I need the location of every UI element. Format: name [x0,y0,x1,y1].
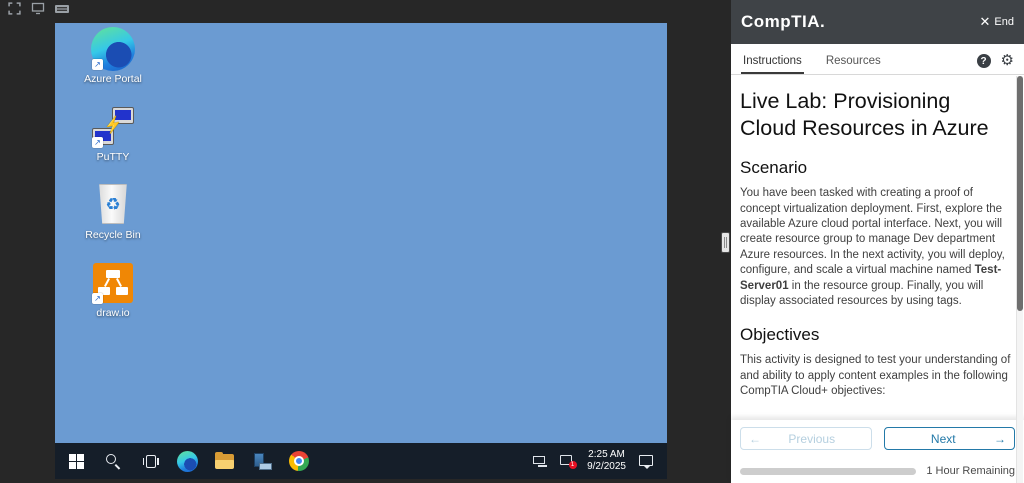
scenario-text: You have been tasked with creating a pro… [740,186,1011,309]
edge-icon [177,451,198,472]
end-lab-button[interactable]: ✕ End [980,14,1014,30]
server-manager-button[interactable] [243,443,280,479]
shortcut-arrow-icon: ↗ [92,59,103,70]
windows-desktop: ↗ Azure Portal ⚡ ↗ PuTTY ♻ [55,23,667,443]
putty-icon: ⚡ ↗ [91,105,135,149]
lab-instructions-panel: CompTIA. ✕ End Instructions Resources ? … [731,0,1024,483]
panel-resize-handle[interactable] [721,232,730,253]
help-icon[interactable]: ? [977,54,991,68]
time-progress-bar [740,468,916,475]
desktop-icon-label: Recycle Bin [85,229,140,241]
next-button[interactable]: Next → [884,427,1016,450]
panel-tabs: Instructions Resources ? ⚙ [731,44,1024,75]
network-tray-icon[interactable] [529,443,551,479]
server-manager-icon [252,453,272,470]
panel-header: CompTIA. ✕ End [731,0,1024,44]
lab-title: Live Lab: Provisioning Cloud Resources i… [740,88,1011,142]
action-center-icon [639,455,654,468]
desktop-icon-putty[interactable]: ⚡ ↗ PuTTY [69,105,157,183]
recycle-symbol: ♻ [105,195,120,215]
objectives-text: This activity is designed to test your u… [740,353,1011,399]
start-button[interactable] [58,443,95,479]
desktop-icon-label: PuTTY [97,151,130,163]
lightning-icon: ⚡ [102,114,124,135]
edge-taskbar-button[interactable] [169,443,206,479]
panel-scrollbar [1016,76,1023,483]
notification-tray-icon[interactable]: 1 [556,443,578,479]
search-icon [106,454,121,469]
search-button[interactable] [95,443,132,479]
file-explorer-button[interactable] [206,443,243,479]
fullscreen-icon[interactable] [6,2,22,15]
action-center-button[interactable] [635,443,657,479]
time-remaining: 1 Hour Remaining [926,465,1015,477]
desktop-icon-recycle-bin[interactable]: ♻ Recycle Bin [69,183,157,261]
gear-icon[interactable]: ⚙ [1001,54,1014,68]
desktop-icon-drawio[interactable]: ↗ draw.io [69,261,157,339]
shortcut-arrow-icon: ↗ [92,137,103,148]
end-label: End [994,16,1014,28]
keyboard-icon[interactable] [54,2,70,15]
taskbar-buttons [55,443,317,479]
vm-viewer-toolbar [6,2,70,15]
scrollbar-thumb[interactable] [1017,76,1023,311]
task-view-button[interactable] [132,443,169,479]
notification-badge: 1 [569,461,577,469]
windows-logo-icon [69,454,84,469]
task-view-icon [143,455,159,468]
file-explorer-icon [215,454,234,469]
desktop-icon-label: draw.io [96,307,129,319]
recycle-bin-icon: ♻ [91,183,135,227]
display-icon[interactable] [30,2,46,15]
desktop-icon-azure-portal[interactable]: ↗ Azure Portal [69,27,157,105]
drawio-icon: ↗ [91,261,135,305]
lab-environment: ↗ Azure Portal ⚡ ↗ PuTTY ♻ [0,0,1024,483]
edge-icon: ↗ [91,27,135,71]
tab-instructions[interactable]: Instructions [741,49,804,74]
previous-button[interactable]: ← Previous [740,427,872,450]
comptia-logo: CompTIA. [741,12,825,32]
shortcut-arrow-icon: ↗ [92,293,103,304]
taskbar-clock[interactable]: 2:25 AM 9/2/2025 [583,449,630,473]
scenario-heading: Scenario [740,158,1011,178]
vm-screen: ↗ Azure Portal ⚡ ↗ PuTTY ♻ [55,23,667,479]
system-tray: 1 2:25 AM 9/2/2025 [529,443,667,479]
clock-time: 2:25 AM [587,449,626,461]
clock-date: 9/2/2025 [587,461,626,473]
arrow-left-icon: ← [749,432,761,446]
arrow-right-icon: → [994,432,1006,446]
chrome-button[interactable] [280,443,317,479]
close-icon: ✕ [980,14,991,30]
chrome-icon [289,451,309,471]
desktop-icon-column: ↗ Azure Portal ⚡ ↗ PuTTY ♻ [69,27,157,339]
windows-taskbar: 1 2:25 AM 9/2/2025 [55,443,667,479]
panel-footer: ← Previous Next → 1 Hour Remaining [731,420,1024,483]
objectives-heading: Objectives [740,325,1011,345]
instructions-content: Live Lab: Provisioning Cloud Resources i… [731,76,1011,415]
desktop-icon-label: Azure Portal [84,73,142,85]
tab-resources[interactable]: Resources [824,49,883,74]
